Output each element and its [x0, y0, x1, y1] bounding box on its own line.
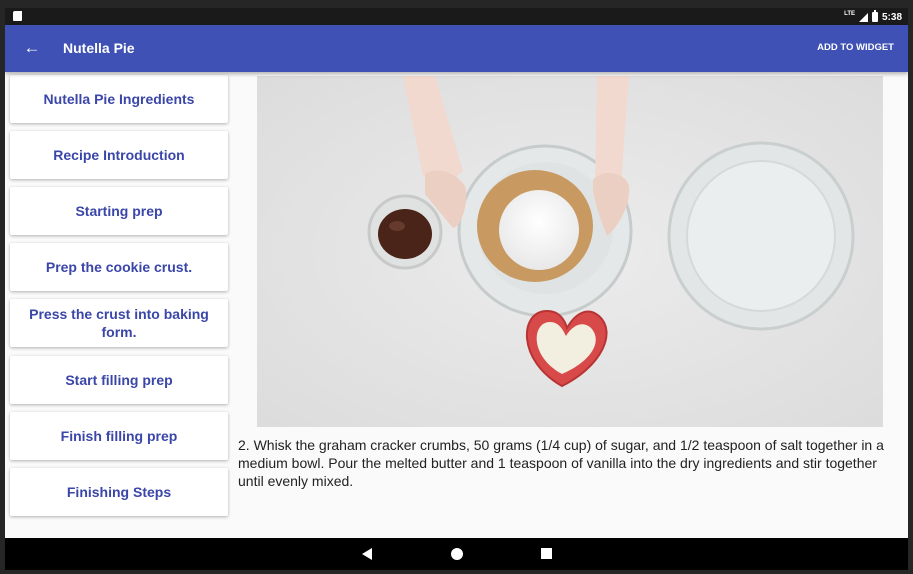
signal-icon [858, 12, 868, 22]
page-title: Nutella Pie [63, 40, 135, 56]
step-item-starting-prep[interactable]: Starting prep [10, 187, 228, 235]
step-item-finish-filling[interactable]: Finish filling prep [10, 412, 228, 460]
battery-icon [871, 10, 878, 22]
status-time: 5:38 [881, 11, 902, 23]
app-screen: LTE 5:38 ← Nutella Pie ADD TO WIDGET Nut… [5, 8, 908, 570]
add-to-widget-button[interactable]: ADD TO WIDGET [817, 42, 894, 53]
step-description: 2. Whisk the graham cracker crumbs, 50 g… [238, 437, 884, 489]
lte-label: LTE [844, 11, 855, 17]
back-arrow-icon[interactable]: ← [21, 37, 43, 59]
video-frame-image [257, 76, 883, 427]
step-item-press-crust[interactable]: Press the crust into baking form. [10, 299, 228, 347]
step-item-finishing[interactable]: Finishing Steps [10, 468, 228, 516]
nav-recent-icon[interactable] [541, 548, 552, 559]
step-item-introduction[interactable]: Recipe Introduction [10, 131, 228, 179]
status-bar: LTE 5:38 [5, 8, 908, 25]
sd-card-icon [13, 11, 22, 21]
video-player[interactable] [257, 76, 883, 427]
step-item-start-filling[interactable]: Start filling prep [10, 356, 228, 404]
step-item-ingredients[interactable]: Nutella Pie Ingredients [10, 75, 228, 123]
step-item-prep-crust[interactable]: Prep the cookie crust. [10, 243, 228, 291]
nav-back-icon[interactable] [362, 548, 372, 560]
app-bar: ← Nutella Pie ADD TO WIDGET [5, 25, 908, 72]
nav-home-icon[interactable] [451, 548, 463, 560]
navigation-bar [5, 538, 908, 570]
